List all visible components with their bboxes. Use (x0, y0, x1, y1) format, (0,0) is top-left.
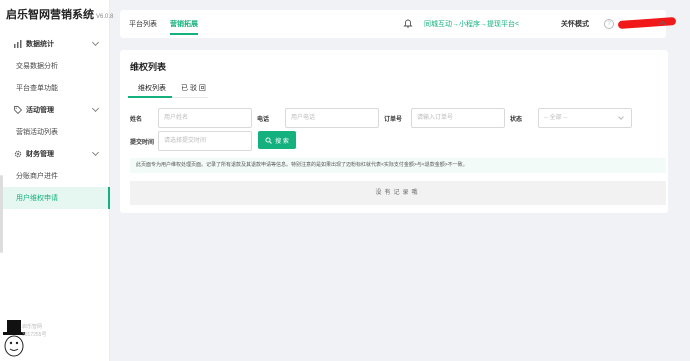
rights-panel: 维权列表 维权列表 已 驳 回 姓名 电话 订单号 状态 -- 全部 -- 提交… (120, 50, 668, 213)
phone-input[interactable] (285, 108, 379, 128)
time-picker[interactable] (158, 131, 252, 151)
search-icon (265, 136, 272, 144)
chevron-down-icon (91, 38, 100, 47)
brand-title: 启乐智网营销系统 V6.0.8 (6, 6, 113, 22)
menu-group-label: 活动管理 (26, 107, 54, 114)
page-title: 维权列表 (130, 62, 167, 72)
care-mode-button[interactable]: 关怀模式 (561, 19, 589, 29)
menu-group-finance[interactable]: 财务管理 (0, 143, 110, 165)
sidebar-item-merchant-onboarding[interactable]: 分账商户进件 (0, 165, 110, 187)
app-root: 启乐智网营销系统 V6.0.8 数据统计 交易数据分析 平台查单功能 活动管理 营… (0, 0, 690, 361)
version-label: V6.0.8 (96, 14, 114, 20)
order-label: 订单号 (384, 117, 403, 123)
menu-group-activity[interactable]: 活动管理 (0, 99, 110, 121)
sidebar-item-order-lookup[interactable]: 平台查单功能 (0, 77, 110, 99)
menu-group-stats[interactable]: 数据统计 (0, 33, 110, 55)
menu-group-label: 数据统计 (26, 41, 54, 48)
sidebar-item-trade-analysis[interactable]: 交易数据分析 (0, 55, 110, 77)
help-icon[interactable]: ? (604, 19, 614, 29)
sidebar: 启乐智网营销系统 V6.0.8 数据统计 交易数据分析 平台查单功能 活动管理 营… (0, 0, 113, 361)
name-input[interactable] (158, 108, 252, 128)
phone-label: 电话 (257, 117, 270, 123)
sidebar-menu: 数据统计 交易数据分析 平台查单功能 活动管理 营销活动列表 财务管理 分账商户 (0, 33, 110, 209)
sidebar-item-campaign-list[interactable]: 营销活动列表 (0, 121, 110, 143)
footer-text: 启乐智网 3017255号 (22, 323, 46, 339)
empty-state: 没有记录哦 (130, 181, 666, 205)
sidebar-item-user-rights[interactable]: 用户维权申请 (0, 187, 110, 209)
menu-group-label: 财务管理 (26, 151, 54, 158)
chevron-down-icon (91, 148, 100, 157)
tag-icon (14, 106, 23, 115)
gear-icon (14, 150, 22, 158)
order-input[interactable] (411, 108, 505, 128)
name-label: 姓名 (130, 117, 143, 123)
redacted-user-name (617, 16, 677, 30)
bell-icon[interactable] (403, 18, 413, 28)
tab-marketing[interactable]: 营销拓展 (170, 19, 198, 35)
chevron-down-icon (618, 114, 624, 120)
status-select[interactable]: -- 全部 -- (538, 108, 632, 128)
chevron-down-icon (91, 104, 100, 113)
top-nav: 平台列表 营销拓展 同城互动→小程序→提现平台< 关怀模式 ? (120, 10, 677, 38)
tab-rights-list[interactable]: 维权列表 (138, 83, 166, 93)
brand-name: 启乐智网营销系统 (6, 9, 94, 21)
notice-banner: 此页面专为用户维权处理页面。记录了所有退款及其退款申请等信息。特别注意的是如果出… (130, 158, 666, 173)
tab-active-indicator (128, 96, 172, 98)
bar-chart-icon (14, 40, 22, 48)
footer-line: 3017255号 (22, 332, 47, 338)
status-select-value: -- 全部 -- (544, 115, 568, 121)
drawer-handle[interactable] (0, 175, 3, 253)
tab-rejected[interactable]: 已 驳 回 (181, 83, 206, 93)
time-label: 提交时间 (130, 140, 155, 146)
tab-platform-list[interactable]: 平台列表 (129, 19, 157, 29)
search-button-label: 搜 索 (275, 138, 289, 145)
footer-line: 启乐智网 (22, 324, 43, 330)
announcement-marquee[interactable]: 同城互动→小程序→提现平台< (424, 19, 519, 29)
status-label: 状态 (510, 117, 523, 123)
search-button[interactable]: 搜 索 (258, 131, 296, 149)
